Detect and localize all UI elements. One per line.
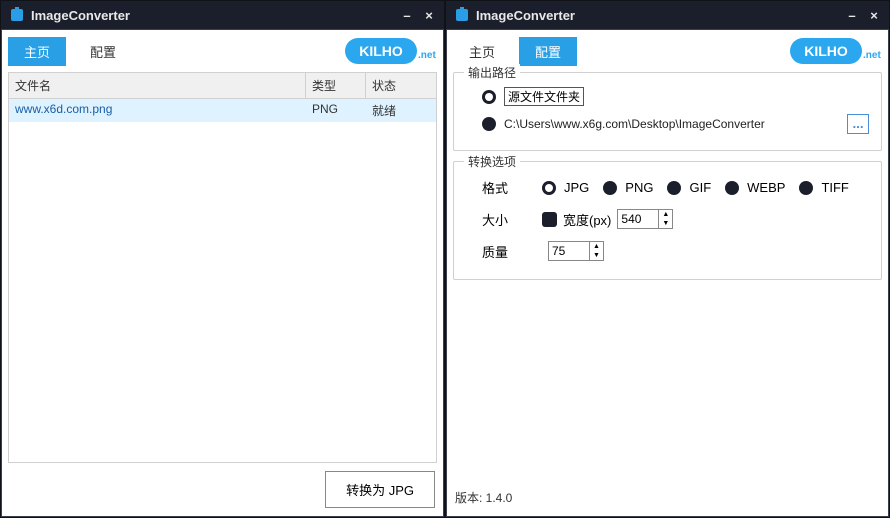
width-spinner: ▲▼ — [617, 209, 673, 229]
quality-label: 质量 — [482, 242, 542, 261]
cell-status: 就绪 — [366, 99, 436, 122]
cell-filename: www.x6d.com.png — [9, 99, 306, 122]
app-title: ImageConverter — [31, 8, 130, 23]
spin-down-icon[interactable]: ▼ — [659, 219, 672, 228]
file-table: 文件名 类型 状态 www.x6d.com.png PNG 就绪 — [8, 72, 437, 463]
options-title: 转换选项 — [464, 153, 520, 170]
col-status[interactable]: 状态 — [366, 73, 436, 98]
tab-main[interactable]: 主页 — [453, 37, 511, 66]
kilho-logo: KILHO .net — [345, 38, 437, 64]
titlebar[interactable]: ImageConverter – × — [1, 1, 444, 29]
format-label: 格式 — [482, 178, 542, 197]
svg-text:KILHO: KILHO — [359, 43, 403, 59]
output-path-title: 输出路径 — [464, 64, 520, 81]
svg-text:.net: .net — [863, 50, 881, 61]
minimize-icon[interactable]: – — [400, 8, 414, 23]
radio-icon — [667, 181, 681, 195]
custom-path-label: C:\Users\www.x6g.com\Desktop\ImageConver… — [504, 117, 765, 131]
width-checkbox[interactable] — [542, 212, 557, 227]
minimize-icon[interactable]: – — [845, 8, 859, 23]
quality-input[interactable] — [549, 242, 589, 260]
app-title: ImageConverter — [476, 8, 575, 23]
format-jpg[interactable]: JPG — [542, 180, 589, 195]
app-icon — [9, 7, 25, 23]
close-icon[interactable]: × — [867, 8, 881, 23]
svg-text:KILHO: KILHO — [804, 43, 848, 59]
width-label: 宽度(px) — [563, 210, 611, 229]
spin-up-icon[interactable]: ▲ — [659, 210, 672, 219]
close-icon[interactable]: × — [422, 8, 436, 23]
radio-icon — [603, 181, 617, 195]
format-tiff[interactable]: TIFF — [799, 180, 848, 195]
format-gif[interactable]: GIF — [667, 180, 711, 195]
quality-spinner: ▲▼ — [548, 241, 604, 261]
output-path-group: 输出路径 源文件文件夹 C:\Users\www.x6g.com\Desktop… — [453, 72, 882, 151]
radio-icon — [799, 181, 813, 195]
svg-text:.net: .net — [418, 50, 436, 61]
kilho-logo: KILHO .net — [790, 38, 882, 64]
app-icon — [454, 7, 470, 23]
options-group: 转换选项 格式 JPG PNG GIF WEBP TIFF 大小 宽度(px) … — [453, 161, 882, 280]
radio-icon — [725, 181, 739, 195]
browse-button[interactable]: ... — [847, 114, 869, 134]
tab-bar: 主页 配置 KILHO .net — [8, 36, 437, 66]
col-type[interactable]: 类型 — [306, 73, 366, 98]
window-config: ImageConverter – × 主页 配置 KILHO .net 输出路径 … — [445, 0, 890, 518]
tab-main[interactable]: 主页 — [8, 37, 66, 66]
size-label: 大小 — [482, 210, 542, 229]
source-folder-label: 源文件文件夹 — [504, 87, 584, 106]
convert-button[interactable]: 转换为 JPG — [325, 471, 435, 508]
radio-icon — [542, 181, 556, 195]
radio-source-folder[interactable] — [482, 90, 496, 104]
spin-down-icon[interactable]: ▼ — [590, 251, 603, 260]
version-label: 版本: 1.4.0 — [453, 485, 882, 510]
table-row[interactable]: www.x6d.com.png PNG 就绪 — [9, 99, 436, 122]
tab-config[interactable]: 配置 — [74, 37, 132, 66]
format-webp[interactable]: WEBP — [725, 180, 785, 195]
col-name[interactable]: 文件名 — [9, 73, 306, 98]
spin-up-icon[interactable]: ▲ — [590, 242, 603, 251]
format-png[interactable]: PNG — [603, 180, 653, 195]
tab-config[interactable]: 配置 — [519, 37, 577, 66]
window-main: ImageConverter – × 主页 配置 KILHO .net 文件名 类… — [0, 0, 445, 518]
titlebar[interactable]: ImageConverter – × — [446, 1, 889, 29]
radio-custom-path[interactable] — [482, 117, 496, 131]
tab-bar: 主页 配置 KILHO .net — [453, 36, 882, 66]
cell-type: PNG — [306, 99, 366, 122]
width-input[interactable] — [618, 210, 658, 228]
